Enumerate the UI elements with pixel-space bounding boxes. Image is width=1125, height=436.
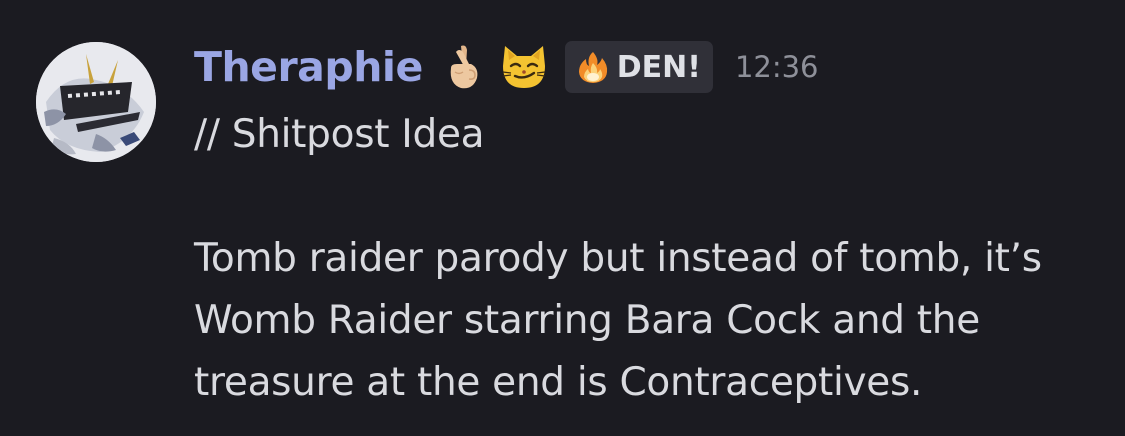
message-content: // Shitpost Idea Tomb raider parody but … bbox=[194, 104, 1114, 414]
smirking-cat-emoji[interactable] bbox=[499, 42, 549, 92]
timestamp[interactable]: 12:36 bbox=[735, 50, 819, 84]
message-line bbox=[194, 166, 1114, 228]
username[interactable]: Theraphie bbox=[194, 43, 423, 91]
fire-icon bbox=[578, 52, 607, 83]
role-tag[interactable]: DEN! bbox=[564, 41, 713, 93]
message-line: Womb Raider starring Bara Cock and the bbox=[194, 298, 980, 343]
chat-message: Theraphie DEN! 12:36 // Shitpost Idea To… bbox=[0, 0, 1125, 436]
message-line: // Shitpost Idea bbox=[194, 112, 485, 157]
message-line: treasure at the end is Contraceptives. bbox=[194, 360, 923, 405]
avatar[interactable] bbox=[36, 42, 156, 162]
avatar-image bbox=[36, 42, 156, 162]
crossed-fingers-emoji[interactable] bbox=[439, 42, 489, 92]
role-tag-label: DEN! bbox=[616, 49, 701, 85]
message-line: Tomb raider parody but instead of tomb, … bbox=[194, 236, 1042, 281]
message-header: Theraphie DEN! 12:36 bbox=[194, 36, 819, 98]
